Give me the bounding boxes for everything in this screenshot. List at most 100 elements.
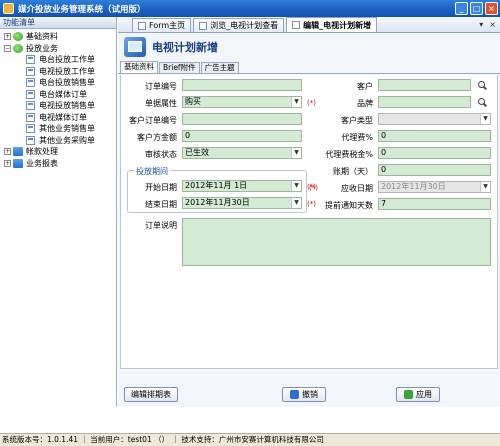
end-date-picker[interactable]: 2012年11月30日 ▼: [182, 197, 302, 209]
order-no-field[interactable]: [182, 79, 302, 91]
agency-tax-field[interactable]: 0: [378, 147, 491, 159]
subtab-ad-theme[interactable]: 广告主题: [200, 62, 239, 73]
doc-type-label: 单据属性: [145, 99, 177, 108]
tv-icon: [124, 37, 146, 57]
placement-period-title: 投放期间: [134, 166, 170, 177]
subtab-brief-attachment[interactable]: Brief附件: [159, 62, 200, 73]
search-icon[interactable]: [477, 97, 487, 107]
document-icon: [26, 124, 35, 134]
tree-item-tv-sales-order[interactable]: 电视投放销售单: [0, 100, 116, 112]
function-panel-header: 功能清单: [0, 17, 116, 29]
audit-status-label: 审核状态: [145, 150, 177, 159]
folder-icon: [13, 147, 23, 157]
order-no-label: 订单编号: [145, 82, 177, 91]
agency-fee-field[interactable]: 0: [378, 130, 491, 142]
close-button[interactable]: ×: [485, 2, 498, 15]
document-icon: [26, 89, 35, 99]
window-controls: _ □ ×: [455, 2, 498, 15]
required-mark: (*): [307, 99, 316, 107]
tree-item-radio-media-order[interactable]: 电台媒体订单: [0, 89, 116, 101]
title-bar: 媒介投放业务管理系统（试用版） _ □ ×: [0, 0, 500, 17]
document-icon: [26, 101, 35, 111]
chevron-down-icon: ▼: [480, 114, 490, 124]
tree-node-basic-data[interactable]: + 基础资料: [0, 31, 116, 43]
page-header: 电视计划新增: [118, 33, 500, 61]
maximize-button[interactable]: □: [470, 2, 483, 15]
undo-icon: [290, 390, 299, 399]
tree-node-placement-business[interactable]: − 投放业务: [0, 43, 116, 55]
required-mark: (*): [309, 184, 318, 192]
tree-item-other-sales[interactable]: 其他业务销售单: [0, 123, 116, 135]
search-icon[interactable]: [477, 80, 487, 90]
cust-amount-label: 客户方金额: [137, 133, 177, 142]
tree-item-label: 电视投放工作单: [39, 66, 95, 76]
tree-item-radio-work-order[interactable]: 电台投放工作单: [0, 54, 116, 66]
tree-item-label: 电视媒体订单: [39, 112, 87, 122]
start-date-picker[interactable]: 2012年11月 1日 ▼: [182, 180, 302, 192]
tree-item-label: 电视投放销售单: [39, 101, 95, 111]
tree-item-label: 电台媒体订单: [39, 89, 87, 99]
status-bar: 系统版本号：1.0.1.41 ｜ 当前用户：test01 （） ｜ 技术支持：广…: [0, 433, 500, 446]
expand-icon[interactable]: +: [4, 148, 11, 156]
account-days-field[interactable]: 0: [378, 164, 491, 176]
collapse-icon[interactable]: −: [4, 44, 11, 52]
action-bar: 编辑排期表 撤销 应用: [120, 369, 498, 407]
agency-fee-label: 代理费%: [341, 133, 373, 142]
doc-type-select[interactable]: 购买 ▼: [182, 96, 302, 108]
start-date-value: 2012年11月 1日: [185, 181, 248, 190]
tab-tv-plan-browse[interactable]: 浏览_电视计划查看: [193, 18, 285, 32]
account-days-label: 账期（天）: [333, 167, 373, 176]
tree-item-radio-sales-order[interactable]: 电台投放销售单: [0, 77, 116, 89]
folder-icon: [13, 32, 23, 42]
audit-status-select[interactable]: 已生效 ▼: [182, 147, 302, 159]
tree-item-tv-work-order[interactable]: 电视投放工作单: [0, 66, 116, 78]
check-icon: [404, 390, 413, 399]
memo-textarea[interactable]: [182, 218, 491, 266]
brand-field[interactable]: [378, 96, 471, 108]
tab-label: 浏览_电视计划查看: [210, 21, 279, 30]
expand-icon[interactable]: +: [4, 159, 11, 167]
cancel-button[interactable]: 撤销: [282, 387, 326, 402]
customer-field[interactable]: [378, 79, 471, 91]
edit-schedule-button[interactable]: 编辑排期表: [124, 387, 178, 402]
expand-icon[interactable]: +: [4, 33, 11, 41]
apply-label: 应用: [416, 390, 432, 399]
tab-form-home[interactable]: Form主页: [132, 18, 192, 32]
tree-node-accounts[interactable]: + 帐款处理: [0, 146, 116, 158]
calendar-dropdown-icon[interactable]: ▼: [291, 181, 301, 191]
end-date-label: 结束日期: [145, 200, 177, 209]
tree-item-label: 其他业务采购单: [39, 135, 95, 145]
document-icon: [26, 112, 35, 122]
minimize-button[interactable]: _: [455, 2, 468, 15]
cust-type-select: ▼: [378, 113, 491, 125]
cust-amount-field[interactable]: 0: [182, 130, 302, 142]
notice-days-field[interactable]: 7: [378, 198, 491, 210]
document-icon: [26, 66, 35, 76]
document-icon: [26, 78, 35, 88]
tab-menu-icon[interactable]: ▾: [479, 20, 483, 29]
function-panel: 功能清单 + 基础资料 − 投放业务 电台投放工作单 电视投放工作单 电台投放销…: [0, 17, 117, 407]
tab-close-icon[interactable]: ×: [489, 20, 496, 29]
tree-node-label: 帐款处理: [26, 147, 58, 157]
tree-node-reports[interactable]: + 业务报表: [0, 158, 116, 170]
document-icon: [26, 55, 35, 65]
cancel-label: 撤销: [302, 390, 318, 399]
tree-item-tv-media-order[interactable]: 电视媒体订单: [0, 112, 116, 124]
tree-node-label: 投放业务: [26, 43, 58, 53]
brand-label: 品牌: [357, 99, 373, 108]
subtab-basic-info[interactable]: 基础资料: [120, 61, 158, 73]
cust-order-no-label: 客户订单编号: [129, 116, 177, 125]
form-subtabs: 基础资料 Brief附件 广告主题: [118, 61, 500, 74]
start-date-label: 开始日期: [145, 183, 177, 192]
tab-tv-plan-edit[interactable]: 编辑_电视计划新增: [286, 17, 378, 32]
doc-type-value: 购买: [185, 97, 201, 106]
calendar-dropdown-icon[interactable]: ▼: [291, 198, 301, 208]
tab-controls: ▾ ×: [479, 20, 496, 29]
receivable-date-picker: 2012年11月30日 ▼: [378, 181, 491, 193]
cust-order-no-field[interactable]: [182, 113, 302, 125]
chevron-down-icon[interactable]: ▼: [291, 148, 301, 158]
chevron-down-icon[interactable]: ▼: [291, 97, 301, 107]
agency-tax-label: 代理费税金%: [325, 150, 373, 159]
apply-button[interactable]: 应用: [396, 387, 440, 402]
tree-item-other-purchase[interactable]: 其他业务采购单: [0, 135, 116, 147]
